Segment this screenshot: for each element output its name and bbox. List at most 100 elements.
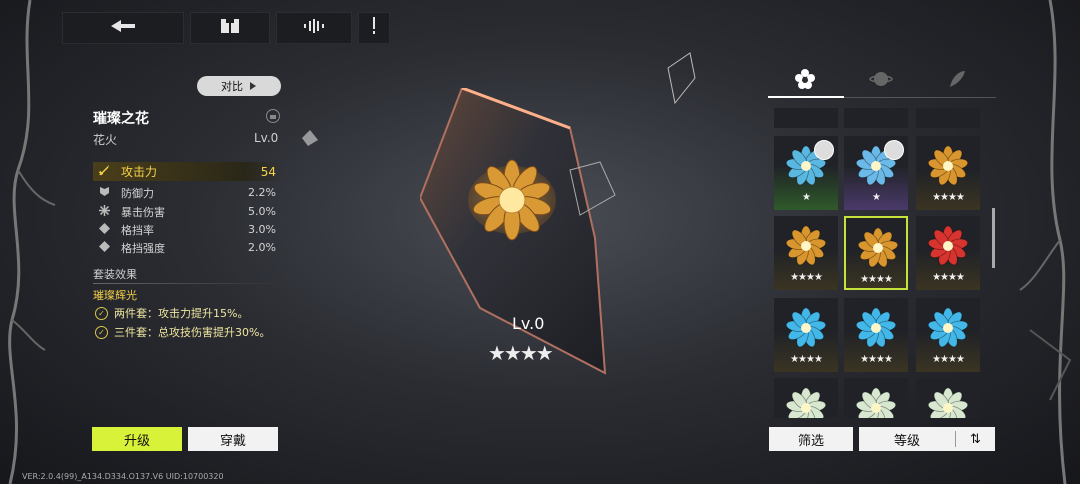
shield-icon bbox=[97, 186, 111, 200]
stat-value: 2.2% bbox=[248, 186, 276, 199]
item-type: 花火 bbox=[93, 133, 118, 147]
feather-icon bbox=[947, 69, 967, 94]
equip-button[interactable]: 穿戴 bbox=[188, 427, 278, 451]
stat-value: 2.0% bbox=[248, 241, 276, 254]
stat-label: 暴击伤害 bbox=[121, 205, 165, 219]
stat-label: 格挡强度 bbox=[121, 241, 165, 255]
grid-cell[interactable]: ★★★★ bbox=[916, 298, 980, 372]
stat-value: 54 bbox=[260, 164, 276, 179]
set-effect-heading: 套装效果 bbox=[93, 268, 137, 281]
center-stars: ★★★★ bbox=[488, 341, 554, 365]
stat-value: 5.0% bbox=[248, 205, 276, 218]
item-stars: ★ bbox=[872, 192, 881, 203]
diamond-icon bbox=[97, 222, 111, 237]
stat-row-attack: 攻击力 54 bbox=[93, 162, 283, 181]
right-branch-decoration bbox=[1019, 0, 1072, 484]
flower-item-icon bbox=[855, 388, 897, 418]
set-bonus-two: ✓ 两件套：攻击力提升15%。 bbox=[95, 305, 248, 321]
inventory-button[interactable] bbox=[190, 12, 270, 44]
lock-icon[interactable] bbox=[266, 109, 280, 123]
glass-shard-decoration bbox=[302, 130, 318, 146]
tab-divider bbox=[844, 97, 996, 98]
item-stars: ★★★★ bbox=[790, 272, 823, 283]
grid-cell[interactable] bbox=[844, 378, 908, 418]
grid-cell-partial[interactable] bbox=[916, 108, 980, 128]
filter-button[interactable]: 筛选 bbox=[769, 427, 853, 451]
grid-cell[interactable]: ★★★★ bbox=[774, 298, 838, 372]
item-name: 璀璨之花 bbox=[93, 111, 149, 127]
waveform-icon bbox=[302, 18, 326, 38]
flower-item-icon bbox=[927, 308, 969, 348]
stat-value: 3.0% bbox=[248, 223, 276, 236]
flower-item-icon bbox=[927, 226, 969, 266]
equipped-character-avatar bbox=[884, 140, 904, 160]
grid-cell[interactable] bbox=[774, 378, 838, 418]
grid-cell-partial[interactable] bbox=[774, 108, 838, 128]
version-text: VER:2.0.4(99)_A134.D334.O137.V6 UID:1070… bbox=[22, 472, 224, 481]
grid-cell[interactable] bbox=[916, 378, 980, 418]
gift-box-icon bbox=[219, 18, 241, 38]
scrollbar[interactable] bbox=[992, 208, 995, 268]
flower-item-icon bbox=[927, 146, 969, 186]
compare-button[interactable]: 对比 bbox=[197, 76, 281, 96]
set-name: 璀璨辉光 bbox=[93, 289, 137, 302]
stat-row-defense: 防御力 2.2% bbox=[93, 183, 283, 202]
flower-item-icon bbox=[785, 388, 827, 418]
item-stars: ★★★★ bbox=[932, 192, 965, 203]
stat-row-block-rate: 格挡率 3.0% bbox=[93, 220, 283, 239]
check-circle-icon: ✓ bbox=[95, 325, 108, 339]
grid-cell[interactable]: ★★★★ bbox=[916, 216, 980, 290]
play-arrow-icon bbox=[249, 80, 257, 93]
grid-cell[interactable]: ★★★★ bbox=[774, 216, 838, 290]
center-level: Lv.0 bbox=[512, 314, 545, 333]
grid-cell[interactable]: ★ bbox=[774, 136, 838, 210]
stat-label: 防御力 bbox=[121, 186, 154, 200]
back-arrow-icon bbox=[109, 18, 137, 38]
item-level: Lv.0 bbox=[254, 131, 279, 145]
grid-cell[interactable]: ★★★★ bbox=[844, 298, 908, 372]
attribute-button[interactable] bbox=[276, 12, 352, 44]
item-stars: ★★★★ bbox=[860, 354, 893, 365]
sword-icon bbox=[97, 164, 111, 179]
tab-flower[interactable] bbox=[768, 66, 842, 96]
info-button[interactable] bbox=[358, 12, 390, 44]
tab-feather[interactable] bbox=[920, 66, 994, 96]
grid-cell-selected[interactable]: ★★★★ bbox=[844, 216, 908, 290]
item-showcase-shard bbox=[420, 88, 607, 375]
check-circle-icon: ✓ bbox=[95, 306, 108, 320]
equipped-character-avatar bbox=[814, 140, 834, 160]
exclamation-icon bbox=[370, 17, 378, 39]
flower-item-icon bbox=[785, 226, 827, 266]
grid-cell-partial[interactable] bbox=[844, 108, 908, 128]
stat-row-block-strength: 格挡强度 2.0% bbox=[93, 238, 283, 257]
compare-label: 对比 bbox=[221, 80, 243, 93]
category-tabs bbox=[768, 66, 996, 98]
sort-arrows-icon[interactable]: ⇅ bbox=[956, 432, 995, 447]
planet-icon bbox=[869, 69, 893, 94]
grid-cell[interactable]: ★★★★ bbox=[916, 136, 980, 210]
upgrade-button[interactable]: 升级 bbox=[92, 427, 182, 451]
stat-label: 攻击力 bbox=[121, 165, 158, 179]
sort-label: 等级 bbox=[893, 433, 920, 449]
set-bonus-three: ✓ 三件套：总攻技伤害提升30%。 bbox=[95, 324, 270, 340]
stat-label: 格挡率 bbox=[121, 223, 154, 237]
flower-item-icon bbox=[785, 308, 827, 348]
item-stars: ★★★★ bbox=[790, 354, 823, 365]
diamond-icon bbox=[97, 240, 111, 255]
sort-button[interactable]: 等级 ⇅ bbox=[859, 427, 995, 451]
grid-cell[interactable]: ★ bbox=[844, 136, 908, 210]
stat-row-crit-damage: 暴击伤害 5.0% bbox=[93, 202, 283, 221]
set-bonus-text: 两件套：攻击力提升15%。 bbox=[114, 307, 249, 320]
flower-icon bbox=[795, 68, 815, 94]
active-tab-indicator bbox=[768, 96, 844, 98]
flower-item-icon bbox=[855, 308, 897, 348]
item-grid: ★ ★ ★★★★ ★★★★ ★★★★ ★★★★ ★★★★ ★★★★ ★★★★ bbox=[768, 108, 986, 418]
item-stars: ★ bbox=[802, 192, 811, 203]
item-stars: ★★★★ bbox=[932, 272, 965, 283]
tab-planet[interactable] bbox=[844, 66, 918, 96]
back-button[interactable] bbox=[62, 12, 184, 44]
divider bbox=[93, 283, 283, 284]
glass-shard-decoration bbox=[667, 52, 696, 105]
left-branch-decoration bbox=[8, 0, 56, 484]
flower-item-icon bbox=[857, 228, 899, 268]
